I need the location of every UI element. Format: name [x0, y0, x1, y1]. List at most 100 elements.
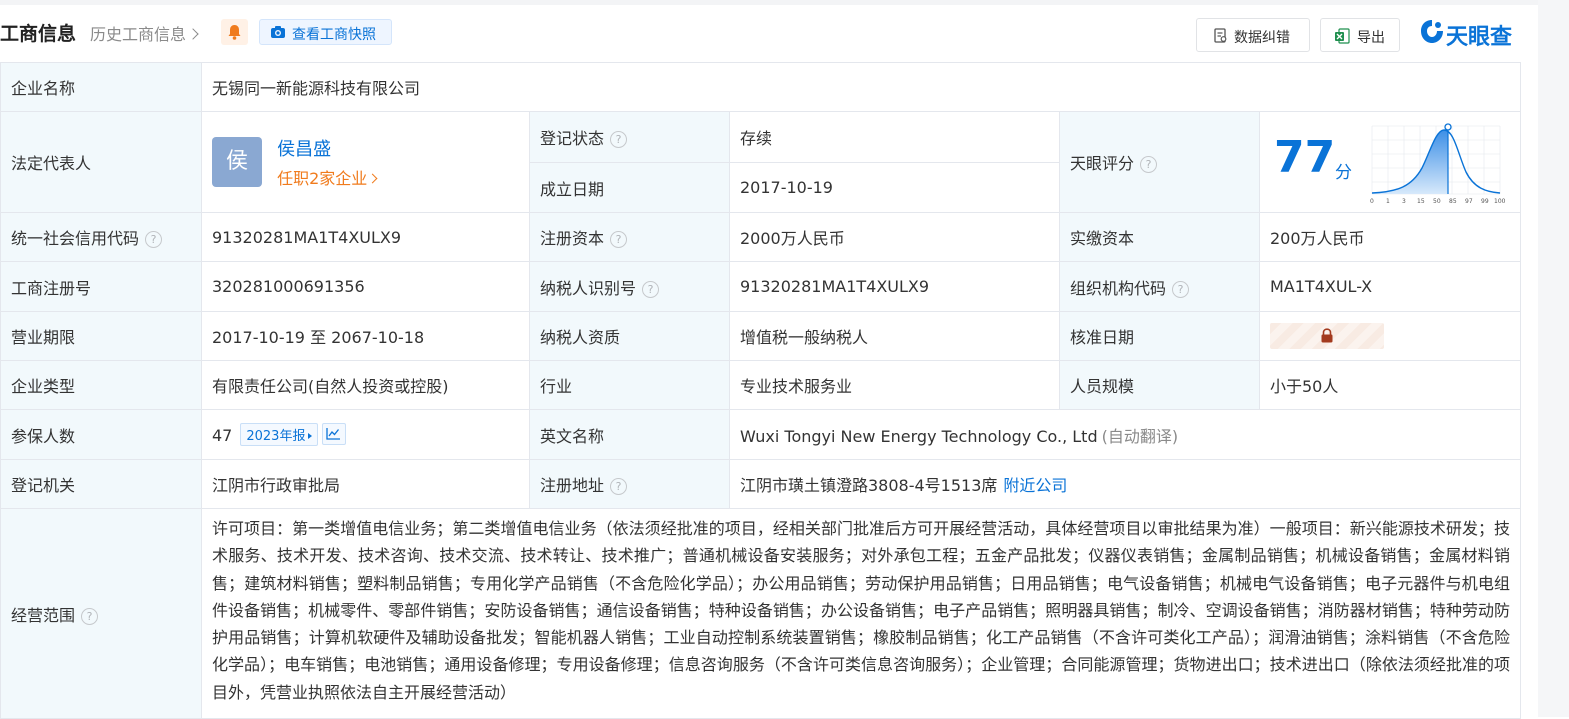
english-name-label: 英文名称 — [529, 409, 730, 460]
auto-translate-note: (自动翻译) — [1101, 426, 1179, 446]
paid-capital-label: 实缴资本 — [1059, 212, 1260, 262]
table-row: 经营范围? 许可项目：第一类增值电信业务；第二类增值电信业务（依法须经批准的项目… — [0, 508, 1522, 719]
table-row: 参保人数 47 2023年报 英文名称 Wuxi Tongyi New Energ… — [0, 409, 1522, 460]
industry-value: 专业技术服务业 — [729, 360, 1060, 410]
address-label: 注册地址 — [540, 476, 605, 495]
data-correction-label: 数据纠错 — [1234, 30, 1290, 46]
table-row: 法定代表人 侯 侯昌盛 任职2家企业 登记状态? 存续 天眼评分? 77 分 0… — [0, 111, 1522, 213]
table-row: 统一社会信用代码? 91320281MA1T4XULX9 注册资本? 2000万… — [0, 212, 1522, 262]
table-row: 登记机关 江阴市行政审批局 注册地址? 江阴市璜土镇澄路3808-4号1513席… — [0, 459, 1522, 509]
logo-text: 天眼查 — [1446, 25, 1513, 50]
export-button[interactable]: 导出 — [1320, 18, 1400, 52]
question-icon[interactable]: ? — [1172, 280, 1190, 298]
approve-date-label: 核准日期 — [1059, 311, 1260, 361]
question-icon[interactable]: ? — [610, 131, 628, 148]
legal-rep-label: 法定代表人 — [0, 111, 202, 213]
question-icon[interactable]: ? — [81, 607, 99, 625]
score-axis-ticks: 0 1 3 15 50 85 97 99 100 — [1368, 198, 1506, 208]
data-correction-button[interactable]: 数据纠错 — [1196, 18, 1310, 52]
business-info-table: 企业名称 无锡同一新能源科技有限公司 法定代表人 侯 侯昌盛 任职2家企业 登记… — [0, 62, 1522, 719]
term-value: 2017-10-19 至 2067-10-18 — [201, 311, 530, 361]
reg-capital-label-cell: 注册资本? — [529, 212, 730, 262]
question-icon[interactable]: ? — [610, 478, 628, 495]
score-distribution-chart — [1371, 123, 1501, 195]
score-axis-tick: 15 — [1417, 198, 1425, 205]
scope-label: 经营范围 — [11, 605, 76, 625]
company-type-label: 企业类型 — [0, 360, 202, 410]
edit-document-icon — [1214, 28, 1227, 43]
authority-value: 江阴市行政审批局 — [201, 459, 530, 509]
question-icon[interactable]: ? — [610, 231, 628, 248]
avatar[interactable]: 侯 — [212, 137, 262, 187]
score-axis-tick: 0 — [1370, 198, 1374, 205]
tianyancha-logo: 天眼查 — [1419, 18, 1512, 50]
score-axis-tick: 99 — [1481, 198, 1489, 205]
table-row: 企业名称 无锡同一新能源科技有限公司 — [0, 62, 1522, 112]
credit-code-label-cell: 统一社会信用代码? — [0, 212, 202, 262]
company-name-label: 企业名称 — [0, 62, 202, 112]
legal-rep-name-link[interactable]: 侯昌盛 — [277, 135, 376, 161]
annual-report-badge[interactable]: 2023年报 — [240, 423, 319, 446]
reg-number-label: 工商注册号 — [0, 261, 202, 312]
nearby-companies-link[interactable]: 附近公司 — [1003, 476, 1067, 495]
english-name-value: Wuxi Tongyi New Energy Technology Co., L… — [740, 426, 1098, 446]
excel-icon — [1335, 28, 1350, 44]
monitor-bell-button[interactable] — [221, 19, 248, 45]
taxpayer-qual-label: 纳税人资质 — [529, 311, 730, 361]
score-label: 天眼评分 — [1070, 154, 1135, 173]
org-code-label: 组织机构代码 — [1070, 278, 1167, 298]
industry-label: 行业 — [529, 360, 730, 410]
top-strip — [0, 0, 1569, 5]
insured-cell: 47 2023年报 — [201, 409, 530, 460]
reg-capital-value: 2000万人民币 — [729, 212, 1060, 262]
legal-rep-positions-link[interactable]: 任职2家企业 — [277, 165, 378, 189]
score-axis-tick: 3 — [1402, 198, 1406, 205]
staff-size-label: 人员规模 — [1059, 360, 1260, 410]
score-unit: 分 — [1335, 163, 1352, 183]
snapshot-button[interactable]: 查看工商快照 — [259, 19, 392, 45]
credit-code-value: 91320281MA1T4XULX9 — [201, 212, 530, 262]
question-icon[interactable]: ? — [1140, 156, 1158, 173]
score-cell[interactable]: 77 分 0 1 3 15 50 85 97 99 100 — [1258, 111, 1522, 213]
reg-status-value: 存续 — [729, 111, 1060, 163]
english-name-cell: Wuxi Tongyi New Energy Technology Co., L… — [728, 409, 1522, 460]
founded-value: 2017-10-19 — [729, 162, 1060, 213]
export-label: 导出 — [1357, 30, 1385, 46]
chevron-right-icon — [187, 28, 199, 40]
approve-date-cell — [1258, 311, 1522, 361]
score-axis-tick: 1 — [1386, 198, 1390, 205]
table-row: 营业期限 2017-10-19 至 2067-10-18 纳税人资质 增值税一般… — [0, 311, 1522, 361]
snapshot-button-label: 查看工商快照 — [292, 27, 376, 43]
right-gutter — [1538, 0, 1569, 717]
question-icon[interactable]: ? — [145, 231, 163, 248]
staff-size-value: 小于50人 — [1258, 360, 1522, 410]
scope-value: 许可项目：第一类增值电信业务；第二类增值电信业务（依法须经批准的项目，经相关部门… — [200, 508, 1522, 719]
annual-report-label: 2023年报 — [246, 429, 306, 444]
score-axis-tick: 50 — [1433, 198, 1441, 205]
trend-chart-button[interactable] — [322, 423, 347, 445]
score-axis-tick: 100 — [1494, 198, 1506, 205]
camera-icon — [271, 26, 285, 38]
address-value: 江阴市璜土镇澄路3808-4号1513席 — [740, 476, 998, 495]
bell-icon — [228, 25, 241, 40]
table-row: 工商注册号 320281000691356 纳税人识别号? 91320281MA… — [0, 261, 1522, 312]
chevron-right-icon — [367, 173, 378, 184]
locked-value-button[interactable] — [1270, 323, 1384, 349]
address-label-cell: 注册地址? — [529, 459, 730, 509]
play-arrow-icon — [308, 433, 313, 439]
history-link[interactable]: 历史工商信息 — [90, 21, 199, 45]
trend-chart-icon — [326, 428, 341, 440]
org-code-value: MA1T4XUL-X — [1258, 261, 1522, 312]
reg-status-label: 登记状态 — [540, 129, 605, 148]
founded-label: 成立日期 — [529, 162, 730, 213]
company-name-value: 无锡同一新能源科技有限公司 — [200, 62, 1522, 112]
authority-label: 登记机关 — [0, 459, 202, 509]
question-icon[interactable]: ? — [642, 280, 660, 298]
table-row: 企业类型 有限责任公司(自然人投资或控股) 行业 专业技术服务业 人员规模 小于… — [0, 360, 1522, 410]
scope-label-cell: 经营范围? — [0, 508, 202, 719]
taxpayer-id-value: 91320281MA1T4XULX9 — [729, 261, 1060, 312]
taxpayer-id-label: 纳税人识别号 — [540, 278, 637, 298]
reg-status-label-cell: 登记状态? — [529, 111, 730, 163]
taxpayer-id-label-cell: 纳税人识别号? — [529, 261, 730, 312]
history-link-label: 历史工商信息 — [90, 25, 187, 44]
